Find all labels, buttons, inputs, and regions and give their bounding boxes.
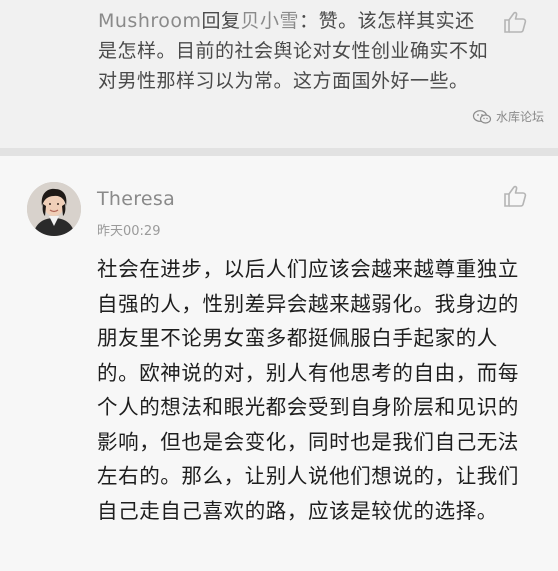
- thumbs-up-icon[interactable]: [502, 10, 528, 34]
- divider: [0, 148, 558, 156]
- reply-target[interactable]: 贝小雪: [241, 10, 300, 32]
- reply-block: Mushroom回复贝小雪：赞。该怎样其实还是怎样。目前的社会舆论对女性创业确实…: [0, 0, 558, 148]
- reply-author[interactable]: Mushroom: [98, 10, 202, 32]
- watermark: 水库论坛: [472, 108, 544, 125]
- reply-separator: ：: [299, 10, 319, 32]
- thumbs-up-icon[interactable]: [502, 184, 528, 208]
- watermark-label: 水库论坛: [495, 110, 544, 124]
- comment-username[interactable]: Theresa: [97, 188, 175, 210]
- comment-text: 社会在进步，以后人们应该会越来越尊重独立自强的人，性别差异会越来越弱化。我身边的…: [97, 257, 519, 523]
- reply-text: Mushroom回复贝小雪：赞。该怎样其实还是怎样。目前的社会舆论对女性创业确实…: [98, 6, 488, 96]
- wechat-icon: [472, 109, 492, 125]
- comment-block: Theresa 昨天00:29 社会在进步，以后人们应该会越来越尊重独立自强的人…: [0, 156, 558, 571]
- avatar[interactable]: [27, 182, 81, 236]
- comment-timestamp: 昨天00:29: [97, 224, 161, 239]
- reply-verb: 回复: [201, 10, 241, 32]
